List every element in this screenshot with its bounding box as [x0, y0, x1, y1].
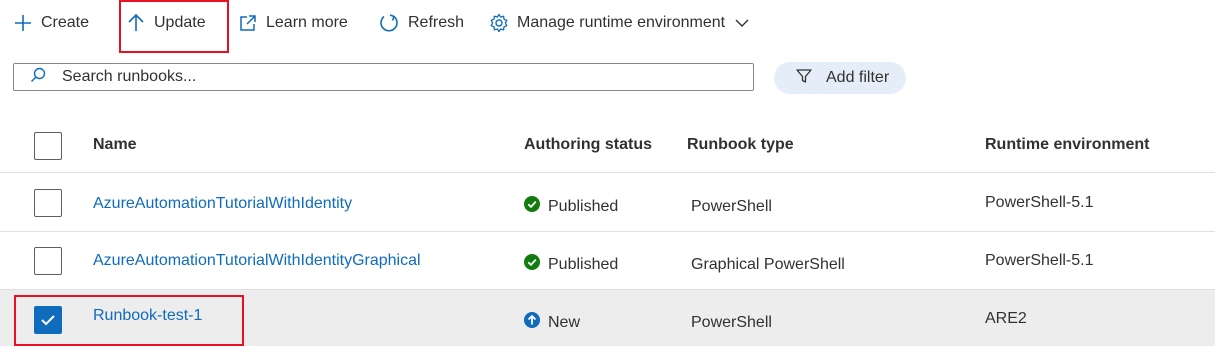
learn-more-label: Learn more — [266, 14, 348, 31]
learn-more-link[interactable]: Learn more — [238, 6, 348, 40]
column-header-runtime-environment[interactable]: Runtime environment — [985, 136, 1149, 154]
runbook-type: PowerShell — [691, 198, 772, 215]
runbook-name-link[interactable]: Runbook-test-1 — [93, 307, 202, 325]
plus-icon — [13, 13, 33, 33]
add-filter-button[interactable]: Add filter — [774, 62, 906, 94]
runtime-environment: ARE2 — [985, 310, 1027, 327]
manage-runtime-environment-menu[interactable]: Manage runtime environment — [489, 6, 749, 40]
table-header-row: Name Authoring status Runbook type Runti… — [0, 118, 1215, 173]
row-checkbox[interactable] — [34, 189, 62, 217]
create-button[interactable]: Create — [13, 6, 89, 40]
refresh-label: Refresh — [408, 14, 465, 31]
authoring-status-text: Published — [548, 197, 619, 215]
search-box[interactable] — [13, 63, 754, 91]
filter-icon — [774, 68, 812, 89]
authoring-status-text: New — [548, 313, 581, 331]
authoring-status-text: Published — [548, 255, 619, 273]
runbook-type: PowerShell — [691, 314, 772, 331]
add-filter-label: Add filter — [826, 69, 890, 86]
refresh-button[interactable]: Refresh — [378, 6, 464, 40]
row-checkbox-checked[interactable] — [34, 306, 62, 334]
search-icon — [14, 67, 46, 88]
runbook-type: Graphical PowerShell — [691, 256, 845, 273]
runtime-environment: PowerShell-5.1 — [985, 252, 1094, 269]
published-check-icon — [524, 196, 548, 217]
row-checkbox[interactable] — [34, 247, 62, 275]
authoring-status: New — [524, 312, 580, 333]
table-row[interactable]: AzureAutomationTutorialWithIdentity Publ… — [0, 173, 1215, 232]
authoring-status: Published — [524, 254, 618, 275]
refresh-icon — [378, 12, 400, 34]
command-bar: Create Update Learn more Refresh Manage … — [0, 0, 1215, 46]
new-arrow-up-icon — [524, 312, 548, 333]
table-row[interactable]: AzureAutomationTutorialWithIdentityGraph… — [0, 232, 1215, 290]
authoring-status: Published — [524, 196, 618, 217]
column-header-runbook-type[interactable]: Runbook type — [687, 136, 794, 154]
select-all-checkbox[interactable] — [34, 132, 62, 160]
runbook-name-link[interactable]: AzureAutomationTutorialWithIdentityGraph… — [93, 252, 421, 270]
create-button-label: Create — [41, 14, 90, 31]
open-external-icon — [238, 13, 258, 33]
table-row-selected[interactable]: Runbook-test-1 New PowerShell ARE2 — [0, 290, 1215, 346]
arrow-up-icon — [126, 13, 146, 33]
gear-icon — [489, 13, 509, 33]
chevron-down-icon — [735, 18, 749, 28]
update-button[interactable]: Update — [126, 6, 206, 40]
runbook-name-link[interactable]: AzureAutomationTutorialWithIdentity — [93, 195, 352, 213]
manage-runtime-label: Manage runtime environment — [517, 14, 726, 31]
column-header-name[interactable]: Name — [93, 136, 137, 154]
column-header-authoring-status[interactable]: Authoring status — [524, 136, 652, 154]
update-button-label: Update — [154, 14, 206, 31]
search-input[interactable] — [60, 67, 704, 87]
published-check-icon — [524, 254, 548, 275]
runtime-environment: PowerShell-5.1 — [985, 194, 1094, 211]
